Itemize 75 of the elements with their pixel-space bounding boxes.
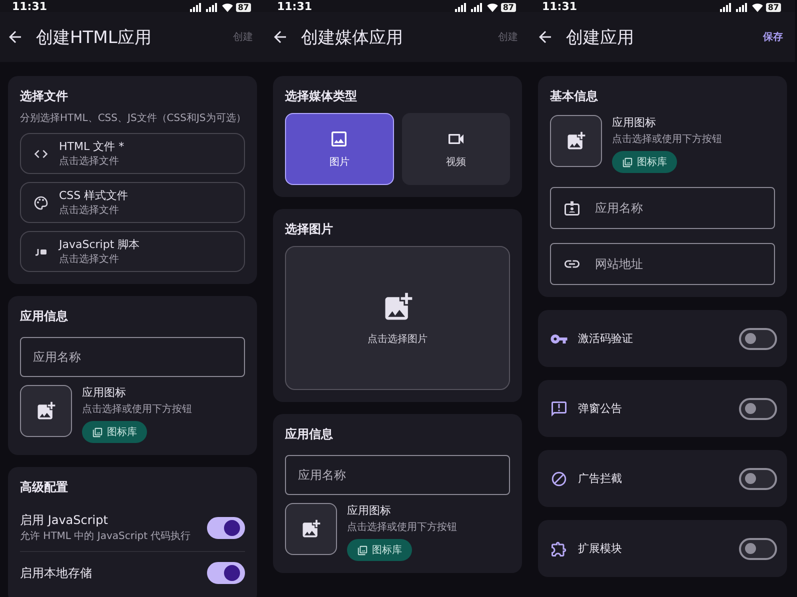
icon-library-button[interactable]: 图标库 xyxy=(612,151,677,173)
signal-icon xyxy=(454,3,468,12)
toggle-switch[interactable] xyxy=(739,538,777,560)
wifi-icon xyxy=(752,3,763,12)
wifi-icon xyxy=(222,3,233,12)
input-field[interactable]: 应用名称 xyxy=(595,201,762,215)
icon-label: 应用图标 xyxy=(347,503,392,518)
icon-picker[interactable] xyxy=(20,385,72,437)
app-name-field[interactable]: 应用名称 xyxy=(285,455,510,495)
icon-library-button[interactable]: 图标库 xyxy=(82,421,147,443)
gallery-icon xyxy=(622,156,633,168)
section-title: 应用信息 xyxy=(20,308,69,325)
screen-title: 创建应用 xyxy=(566,26,635,48)
status-time: 11:31 xyxy=(542,1,578,12)
signal-icon xyxy=(736,3,749,12)
status-time: 11:31 xyxy=(277,1,312,12)
media-type-option[interactable]: 图片 xyxy=(285,113,394,185)
section-title: 高级配置 xyxy=(20,479,69,496)
feature-label: 激活码验证 xyxy=(578,331,634,346)
setting-hint: 允许 HTML 中的 JavaScript 代码执行 xyxy=(20,530,191,543)
toggle-switch[interactable] xyxy=(207,516,245,538)
feature-label: 弹窗公告 xyxy=(578,401,623,416)
header-action-button[interactable]: 保存 xyxy=(761,28,785,46)
icon-label: 应用图标 xyxy=(612,115,657,130)
battery-level: 87 xyxy=(236,3,251,12)
icon-hint: 点击选择或使用下方按钮 xyxy=(82,402,192,416)
block-icon xyxy=(550,470,568,488)
icon-hint: 点击选择或使用下方按钮 xyxy=(347,520,457,534)
setting-label: 启用 JavaScript xyxy=(20,512,109,529)
input-field[interactable]: 网站地址 xyxy=(595,257,762,271)
gallery-icon xyxy=(357,544,368,556)
feature-label: 扩展模块 xyxy=(578,541,623,556)
toggle-switch[interactable] xyxy=(207,562,245,584)
toggle-switch[interactable] xyxy=(739,468,777,490)
id-badge-icon xyxy=(563,199,581,217)
signal-icon xyxy=(190,3,203,12)
image-icon xyxy=(329,129,350,149)
add-image-icon xyxy=(35,400,57,422)
gallery-icon xyxy=(92,426,103,438)
section-title: 选择媒体类型 xyxy=(285,88,358,105)
signal-icon xyxy=(470,3,484,12)
section-title: 基本信息 xyxy=(550,88,599,105)
script-file-icon xyxy=(35,248,47,256)
signal-icon xyxy=(206,3,219,12)
feature-label: 广告拦截 xyxy=(578,471,623,486)
section-subtitle: 分别选择HTML、CSS、JS文件（CSS和JS为可选） xyxy=(20,112,245,125)
app-name-field[interactable]: 应用名称 xyxy=(20,337,245,377)
announcement-icon xyxy=(550,400,568,418)
file-picker-item[interactable]: CSS 样式文件 点击选择文件 xyxy=(20,182,245,223)
add-image-icon xyxy=(565,130,587,152)
screen-title: 创建媒体应用 xyxy=(301,26,404,48)
icon-picker[interactable] xyxy=(285,503,337,555)
file-picker-item[interactable]: HTML 文件 * 点击选择文件 xyxy=(20,133,245,174)
image-drop-area[interactable]: 点击选择图片 xyxy=(285,246,510,390)
signal-icon xyxy=(720,3,733,12)
icon-label: 应用图标 xyxy=(82,385,127,400)
section-title: 选择图片 xyxy=(285,221,334,238)
screen-title: 创建HTML应用 xyxy=(36,26,152,48)
battery-level: 87 xyxy=(500,3,516,12)
media-type-option[interactable]: 视频 xyxy=(402,113,510,185)
palette-icon xyxy=(33,194,49,210)
wifi-icon xyxy=(486,3,498,12)
section-title: 选择文件 xyxy=(20,88,69,105)
toggle-switch[interactable] xyxy=(739,328,777,350)
add-image-icon xyxy=(300,518,322,540)
setting-label: 启用本地存储 xyxy=(20,564,92,582)
puzzle-piece-icon xyxy=(550,540,568,558)
icon-hint: 点击选择或使用下方按钮 xyxy=(612,132,722,146)
battery-level: 87 xyxy=(766,3,781,12)
icon-picker[interactable] xyxy=(550,115,602,167)
toggle-switch[interactable] xyxy=(739,398,777,420)
file-picker-item[interactable]: JavaScript 脚本 点击选择文件 xyxy=(20,231,245,272)
status-time: 11:31 xyxy=(12,1,48,12)
section-title: 应用信息 xyxy=(285,426,334,443)
icon-library-button[interactable]: 图标库 xyxy=(347,539,412,561)
